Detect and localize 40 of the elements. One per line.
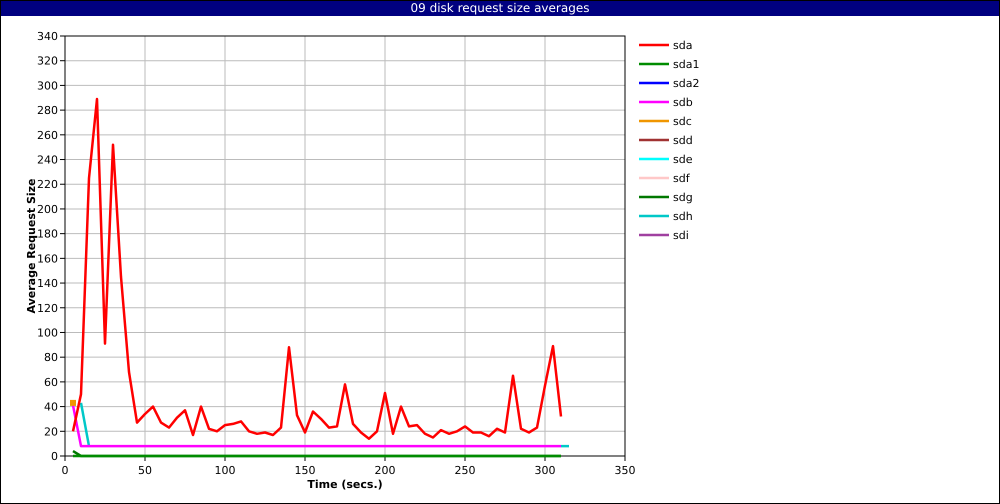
y-tick-label: 120	[37, 302, 58, 315]
y-tick-label: 40	[44, 400, 58, 414]
y-tick-label: 340	[37, 30, 58, 43]
x-tick-label: 0	[62, 464, 68, 477]
y-tick-label: 180	[37, 228, 58, 241]
y-tick-label: 100	[37, 326, 58, 340]
y-tick-label: 60	[44, 376, 58, 389]
y-tick-label: 280	[37, 104, 58, 118]
y-tick-label: 220	[37, 178, 58, 192]
legend-label: sdh	[673, 210, 693, 223]
y-axis-title: Average Request Size	[25, 178, 38, 314]
legend-label: sde	[673, 153, 692, 166]
x-tick-label: 250	[454, 464, 476, 477]
y-tick-label: 240	[37, 154, 58, 167]
legend-label: sda1	[673, 58, 700, 71]
x-tick-label: 200	[374, 464, 396, 477]
legend-label: sdg	[673, 191, 693, 204]
y-tick-label: 0	[51, 450, 58, 463]
x-tick-label: 100	[214, 464, 236, 477]
legend-label: sdf	[673, 172, 690, 185]
y-tick-label: 320	[37, 54, 58, 68]
window-title: 09 disk request size averages	[1, 1, 999, 16]
x-tick-label: 300	[534, 464, 556, 477]
legend-label: sda	[673, 39, 692, 52]
y-tick-label: 160	[37, 252, 58, 266]
legend-label: sdd	[673, 134, 693, 147]
x-axis-title: Time (secs.)	[307, 478, 383, 491]
y-tick-label: 300	[37, 79, 58, 92]
x-tick-label: 150	[294, 464, 316, 477]
legend-label: sdb	[673, 96, 693, 109]
x-tick-label: 50	[138, 464, 152, 477]
y-tick-label: 140	[37, 277, 58, 290]
x-tick-label: 350	[614, 464, 636, 477]
y-tick-label: 80	[44, 351, 58, 364]
y-tick-label: 20	[44, 425, 58, 438]
y-tick-label: 260	[37, 128, 58, 142]
legend-label: sda2	[673, 77, 700, 90]
legend-label: sdc	[673, 115, 692, 128]
y-tick-label: 200	[37, 202, 58, 216]
legend-label: sdi	[673, 229, 689, 242]
